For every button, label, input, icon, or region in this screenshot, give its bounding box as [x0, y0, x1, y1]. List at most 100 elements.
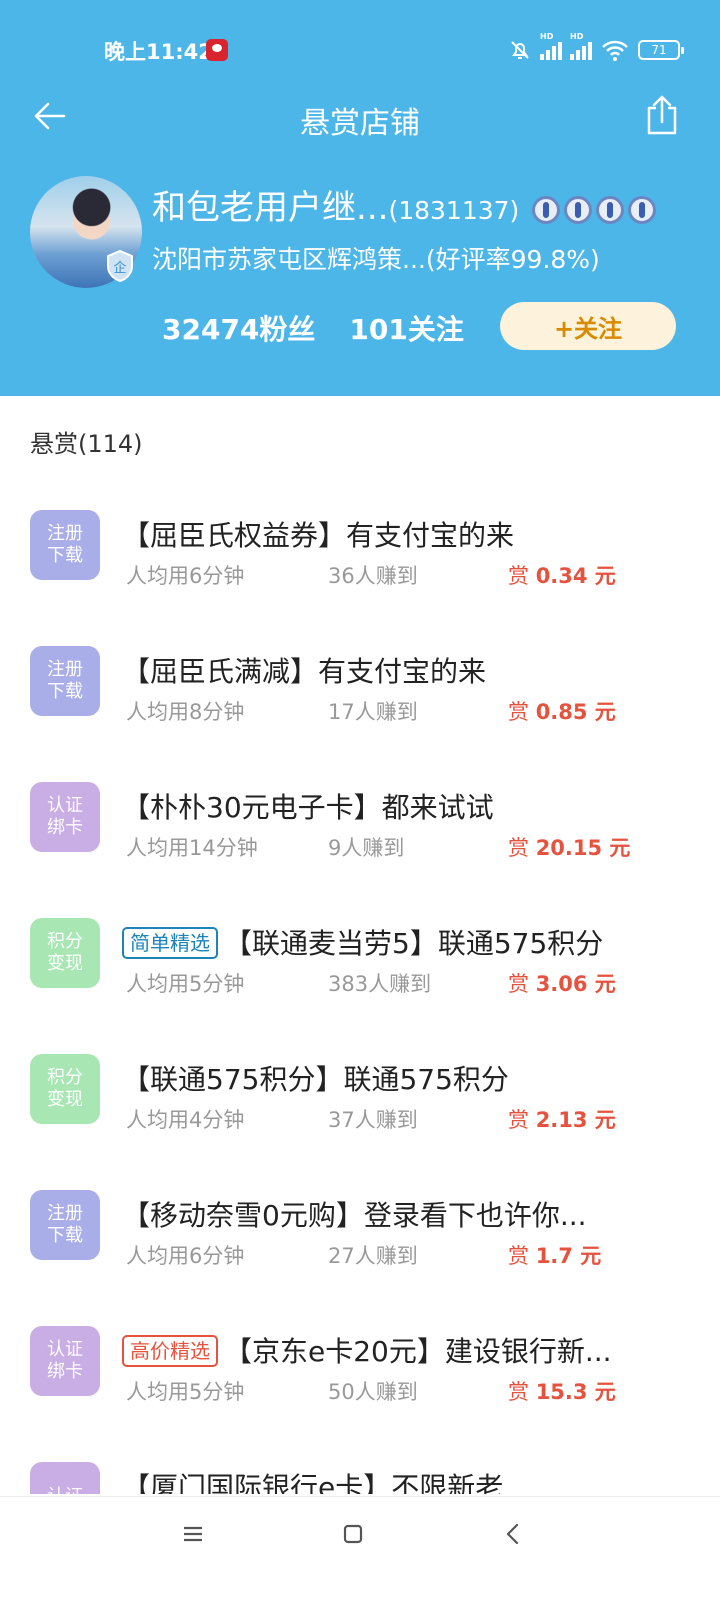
task-reward: 赏 3.06 元 [508, 968, 616, 998]
section-title: 悬赏(114) [30, 430, 143, 458]
task-title: 高价精选 【京东e卡20元】建设银行新... [122, 1330, 612, 1370]
battery-icon: 71 [638, 40, 684, 60]
task-title-text: 【联通麦当劳5】联通575积分 [224, 927, 604, 960]
task-reward: 赏 1.7 元 [508, 1240, 601, 1270]
task-title-text: 【厦门国际银行e卡】不限新老 [122, 1471, 504, 1494]
status-icons: HD HD 71 [508, 32, 684, 64]
task-avg-time: 人均用6分钟 [126, 564, 245, 588]
task-list-item[interactable]: 积分变现 【联通575积分】联通575积分人均用4分钟 37人赚到 赏 2.13 元 [0, 1036, 720, 1172]
shop-header: 晚上11:42 HD HD 71 悬赏店铺 企 和包老用户继...(183113… [0, 0, 720, 396]
shop-id: (1831137) [388, 196, 520, 225]
task-avg-time: 人均用14分钟 [126, 836, 258, 860]
menu-icon[interactable] [178, 1519, 208, 1549]
reward-amount: 20.15 元 [535, 836, 631, 860]
task-list-item[interactable]: 认证绑卡 高价精选 【京东e卡20元】建设银行新... 人均用5分钟 50人赚到 赏 15… [0, 1308, 720, 1444]
svg-text:企: 企 [113, 260, 126, 276]
task-category-tag: 认证 [30, 1462, 100, 1494]
task-list-item[interactable]: 注册下载 【屈臣氏权益券】有支付宝的来人均用6分钟 36人赚到 赏 0.34 元 [0, 492, 720, 628]
follow-button[interactable]: +关注 [500, 302, 676, 350]
home-square-icon[interactable] [338, 1519, 368, 1549]
task-category-tag: 积分变现 [30, 1054, 100, 1124]
task-title: 【厦门国际银行e卡】不限新老 [122, 1466, 503, 1494]
task-title: 简单精选 【联通麦当劳5】联通575积分 [122, 922, 603, 962]
task-earned-count: 50人赚到 [328, 1380, 418, 1404]
task-list: 注册下载 【屈臣氏权益券】有支付宝的来 人均用6分钟 36人赚到赏 0.34 元注册下… [0, 492, 720, 1494]
medal-icon [628, 195, 657, 224]
task-list-item[interactable]: 积分变现 简单精选 【联通麦当劳5】联通575积分人均用5分钟 383人赚到 赏 3.0… [0, 900, 720, 1036]
task-reward: 赏 2.13 元 [508, 1104, 616, 1134]
task-title-text: 【京东e卡20元】建设银行新... [224, 1335, 612, 1368]
app-notification-icon [206, 39, 228, 61]
reward-prefix: 赏 [508, 1380, 529, 1404]
medal-icon [532, 195, 561, 224]
task-reward: 赏 0.34 元 [508, 560, 616, 590]
task-category-tag: 认证绑卡 [30, 782, 100, 852]
battery-level: 71 [651, 43, 667, 57]
reward-amount: 1.7 元 [535, 1244, 602, 1268]
task-title-text: 【联通575积分】联通575积分 [122, 1063, 509, 1096]
task-earned-count: 17人赚到 [328, 700, 418, 724]
task-list-item[interactable]: 注册下载 【屈臣氏满减】有支付宝的来人均用8分钟 17人赚到 赏 0.85 元 [0, 628, 720, 764]
task-reward: 赏 15.3 元 [508, 1376, 616, 1406]
page-title: 悬赏店铺 [300, 106, 420, 141]
reward-prefix: 赏 [508, 700, 529, 724]
task-title-text: 【朴朴30元电子卡】都来试试 [122, 791, 494, 824]
task-title-text: 【屈臣氏权益券】有支付宝的来 [122, 519, 515, 552]
reward-amount: 3.06 元 [535, 972, 616, 996]
task-avg-time: 人均用6分钟 [126, 1244, 245, 1268]
enterprise-badge-icon: 企 [107, 250, 133, 282]
task-earned-count: 383人赚到 [328, 972, 432, 996]
reward-prefix: 赏 [508, 836, 529, 860]
reward-amount: 15.3 元 [535, 1380, 616, 1404]
medal-icon [596, 195, 625, 224]
task-title: 【朴朴30元电子卡】都来试试 [122, 786, 494, 826]
medal-icon [564, 195, 593, 224]
task-title: 【移动奈雪0元购】登录看下也许你... [122, 1194, 587, 1234]
status-time: 晚上11:42 [104, 40, 213, 64]
task-list-item[interactable]: 注册下载 【移动奈雪0元购】登录看下也许你... 人均用6分钟 27人赚到 赏 1.7 … [0, 1172, 720, 1308]
task-reward: 赏 0.85 元 [508, 696, 616, 726]
task-avg-time: 人均用8分钟 [126, 700, 245, 724]
task-earned-count: 9人赚到 [328, 836, 405, 860]
reward-prefix: 赏 [508, 972, 529, 996]
reward-amount: 2.13 元 [535, 1108, 616, 1132]
mute-bell-icon [511, 41, 529, 59]
shop-name: 和包老用户继...(1831137) [152, 180, 657, 229]
task-title: 【联通575积分】联通575积分 [122, 1058, 509, 1098]
featured-badge: 简单精选 [122, 927, 218, 959]
featured-badge: 高价精选 [122, 1335, 218, 1367]
share-icon[interactable] [644, 94, 680, 136]
task-category-tag: 注册下载 [30, 1190, 100, 1260]
system-nav-bar [0, 1496, 720, 1600]
task-title-text: 【屈臣氏满减】有支付宝的来 [122, 655, 487, 688]
shop-stats: 32474粉丝 101关注 [162, 308, 464, 348]
signal-icon-2: HD [570, 32, 592, 60]
following-count[interactable]: 101关注 [349, 308, 463, 348]
task-category-tag: 认证绑卡 [30, 1326, 100, 1396]
task-earned-count: 36人赚到 [328, 564, 418, 588]
reward-prefix: 赏 [508, 564, 529, 588]
task-category-tag: 注册下载 [30, 510, 100, 580]
task-avg-time: 人均用4分钟 [126, 1108, 245, 1132]
task-title: 【屈臣氏满减】有支付宝的来 [122, 650, 486, 690]
task-avg-time: 人均用5分钟 [126, 972, 245, 996]
task-list-item[interactable]: 认证【厦门国际银行e卡】不限新老 [0, 1444, 720, 1494]
reward-prefix: 赏 [508, 1244, 529, 1268]
task-earned-count: 27人赚到 [328, 1244, 418, 1268]
task-avg-time: 人均用5分钟 [126, 1380, 245, 1404]
wifi-icon [602, 40, 628, 61]
nav-bar: 悬赏店铺 [0, 84, 720, 148]
shop-name-text: 和包老用户继... [152, 188, 389, 228]
task-earned-count: 37人赚到 [328, 1108, 418, 1132]
shop-location-rating: 沈阳市苏家屯区辉鸿策...(好评率99.8%) [152, 245, 600, 274]
task-title-text: 【移动奈雪0元购】登录看下也许你... [122, 1199, 587, 1232]
fans-count[interactable]: 32474粉丝 [162, 308, 315, 348]
back-chevron-icon[interactable] [498, 1519, 528, 1549]
task-category-tag: 积分变现 [30, 918, 100, 988]
task-list-item[interactable]: 认证绑卡 【朴朴30元电子卡】都来试试人均用14分钟 9人赚到 赏 20.15 元 [0, 764, 720, 900]
task-category-tag: 注册下载 [30, 646, 100, 716]
status-bar: 晚上11:42 HD HD 71 [0, 0, 720, 80]
signal-icon: HD [540, 32, 562, 60]
task-reward: 赏 20.15 元 [508, 832, 630, 862]
medal-badges [532, 195, 657, 224]
